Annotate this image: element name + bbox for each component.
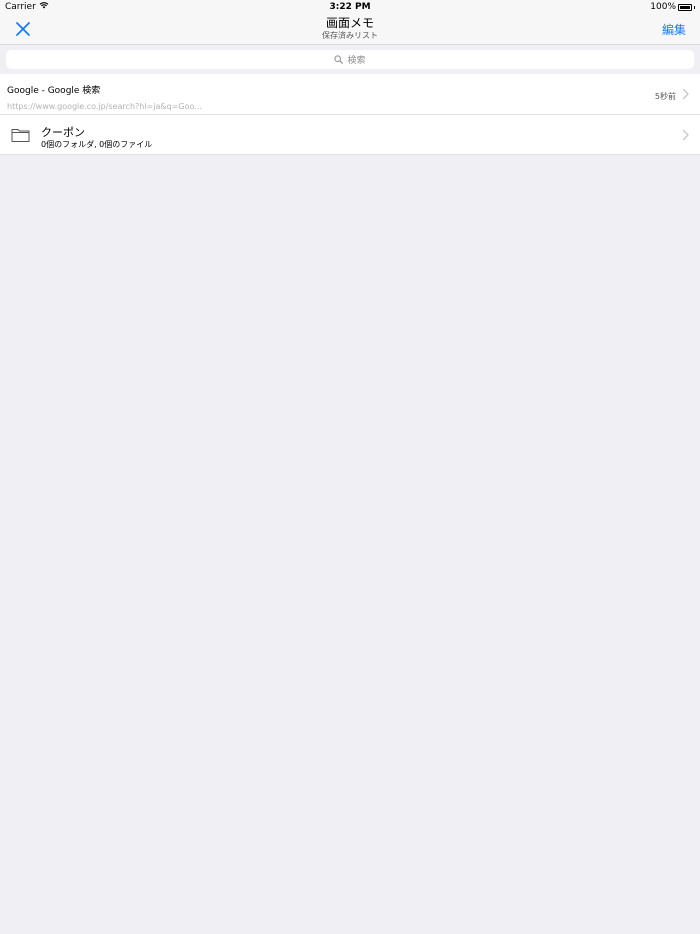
folder-icon [11,129,30,142]
page-item-url: https://www.google.co.jp/search?hl=ja&q=… [7,102,202,111]
edit-button[interactable]: 編集 [662,21,686,38]
status-bar: Carrier 3:22 PM 100% [0,0,700,14]
battery-icon [678,3,692,11]
search-input[interactable]: 検索 [6,50,694,69]
folder-item-meta: 0個のフォルダ, 0個のファイル [41,140,153,149]
page-title: 画面メモ [325,16,374,30]
page-item-time: 5秒前 [654,92,676,101]
search-placeholder: 検索 [347,56,366,66]
list-item-folder[interactable]: クーポン 0個のフォルダ, 0個のファイル [0,115,700,155]
saved-list: Google - Google 検索 https://www.google.co… [0,74,700,155]
chevron-right-icon [682,129,689,141]
search-icon [334,55,344,64]
navigation-bar: 画面メモ 保存済みリスト 編集 [0,14,700,44]
battery-tip [694,5,695,9]
status-time: 3:22 PM [329,2,371,12]
folder-item-name: クーポン [41,126,85,139]
page-subtitle: 保存済みリスト [322,31,378,40]
battery-percent: 100% [650,2,676,12]
list-item-page[interactable]: Google - Google 検索 https://www.google.co… [0,74,700,115]
search-bar: 検索 [0,44,700,72]
page-item-title: Google - Google 検索 [7,86,101,96]
chevron-right-icon [682,88,689,100]
status-right: 100% [650,0,695,14]
